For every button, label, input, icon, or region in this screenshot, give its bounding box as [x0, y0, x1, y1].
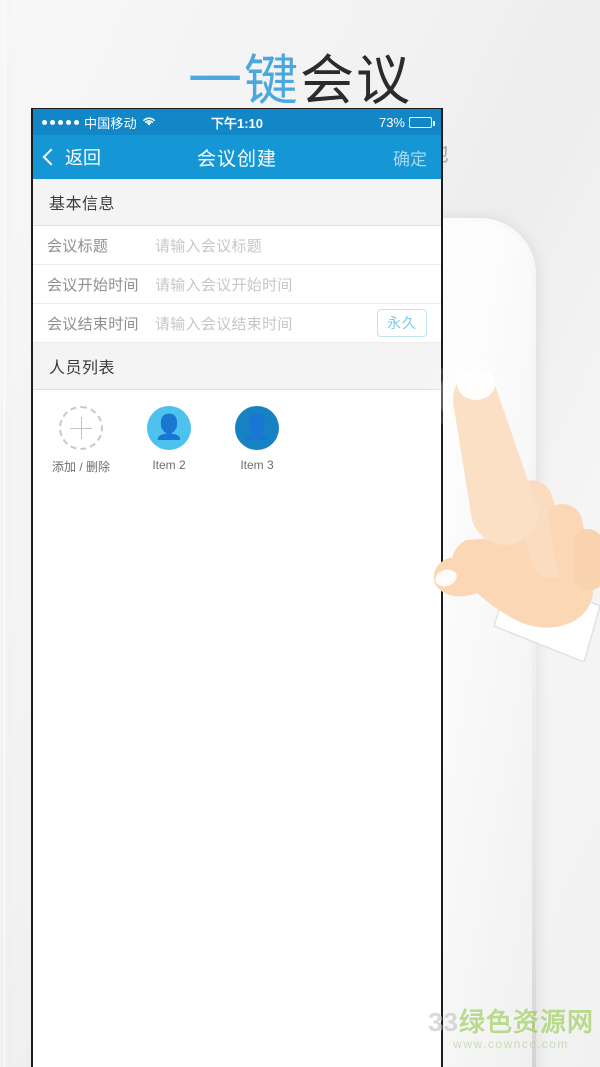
- start-time-input[interactable]: 请输入会议开始时间: [155, 274, 427, 295]
- wifi-icon: [142, 116, 156, 129]
- field-label: 会议标题: [47, 237, 109, 255]
- status-bar-left: 中国移动: [42, 113, 156, 132]
- nav-bar: 返回 会议创建 确定: [33, 135, 441, 179]
- carrier-label: 中国移动: [84, 115, 137, 131]
- form-row-start-time[interactable]: 会议开始时间 请输入会议开始时间: [33, 265, 441, 304]
- phone-screen: 中国移动 下午1:10 73% 返回 会议创建 确定 基本信息 会议标题 请输入…: [33, 109, 441, 1067]
- status-bar: 中国移动 下午1:10 73%: [33, 109, 441, 135]
- back-button[interactable]: 返回: [33, 144, 101, 170]
- person-label: 添加 / 删除: [51, 460, 110, 474]
- confirm-button[interactable]: 确定: [393, 145, 441, 170]
- person-icon: 👤: [154, 414, 184, 441]
- person-item-3[interactable]: 👤 Item 3: [223, 406, 291, 475]
- page-title: 一键会议: [0, 51, 600, 111]
- chevron-left-icon: [42, 148, 60, 165]
- forever-button[interactable]: 永久: [377, 309, 427, 337]
- person-label: Item 2: [152, 458, 186, 472]
- status-bar-right: 73%: [378, 114, 435, 130]
- form-row-meeting-title[interactable]: 会议标题 请输入会议标题: [33, 226, 441, 265]
- section-header-people-list: 人员列表: [33, 343, 441, 390]
- field-label: 会议结束时间: [47, 315, 139, 333]
- person-icon: 👤: [242, 414, 272, 441]
- person-item-2[interactable]: 👤 Item 2: [135, 406, 203, 475]
- form-row-end-time[interactable]: 会议结束时间 请输入会议结束时间 永久: [33, 304, 441, 343]
- plus-dashed-circle-icon: [59, 406, 103, 450]
- person-add-remove[interactable]: 添加 / 删除: [47, 406, 115, 475]
- signal-strength-icon: [42, 119, 79, 125]
- back-button-label: 返回: [65, 148, 101, 168]
- avatar: 👤: [147, 406, 191, 450]
- section-header-basic-info: 基本信息: [33, 179, 441, 226]
- avatar: 👤: [235, 406, 279, 450]
- field-label: 会议开始时间: [47, 276, 139, 294]
- people-list: 添加 / 删除 👤 Item 2 👤 Item 3: [33, 390, 441, 493]
- headline-dark-part: 会议: [300, 51, 412, 111]
- meeting-title-input[interactable]: 请输入会议标题: [155, 235, 427, 256]
- battery-percent-label: 73%: [378, 114, 405, 130]
- person-label: Item 3: [240, 458, 274, 472]
- end-time-input[interactable]: 请输入会议结束时间: [155, 313, 377, 334]
- headline-blue-part: 一键: [188, 51, 300, 111]
- battery-icon: [409, 116, 435, 128]
- promo-screenshot: 一键会议 手机一键召开会议，随时随地 中国移动: [0, 0, 600, 1067]
